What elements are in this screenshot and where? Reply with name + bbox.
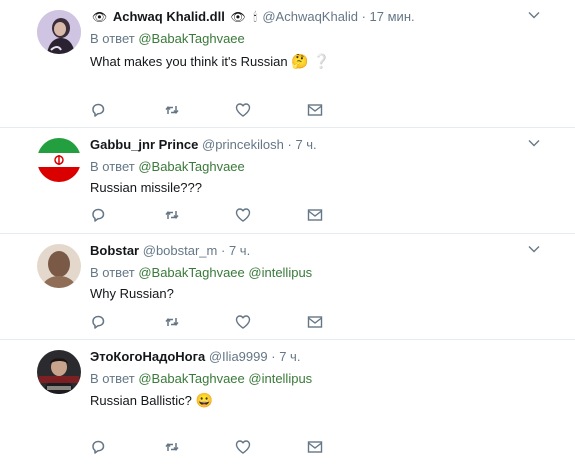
reply-mention-link[interactable]: @BabakTaghvaee (138, 371, 244, 386)
display-name[interactable]: Gabbu_jnr Prince (90, 137, 198, 152)
thinking-emoji-icon: 🤔 ❔ (291, 53, 330, 69)
direct-message-icon[interactable] (307, 102, 323, 118)
chevron-down-icon[interactable] (527, 10, 541, 20)
reply-prefix: В ответ (90, 371, 135, 386)
iran-flag-avatar-icon (37, 138, 81, 182)
tweet-text: Russian missile??? (90, 180, 202, 195)
tweet-reply[interactable]: 👁 Achwaq Khalid.dll 👁 🕯 @AchwaqKhalid · … (0, 0, 575, 128)
reply-prefix: В ответ (90, 31, 135, 46)
eye-emoji-icon: 👁 (230, 10, 246, 24)
tweet-actions (90, 102, 330, 118)
retweet-icon[interactable] (164, 207, 180, 223)
reply-mention-link[interactable]: @intellipus (248, 265, 312, 280)
like-heart-icon[interactable] (235, 207, 251, 223)
like-heart-icon[interactable] (235, 439, 251, 455)
default-egg-avatar-icon (37, 244, 81, 288)
tweet-reply[interactable]: ЭтоКогоНадоНога @Ilia9999 · 7 ч. В ответ… (0, 340, 575, 466)
chevron-down-icon[interactable] (527, 244, 541, 254)
tweet-header: ЭтоКогоНадоНога @Ilia9999 · 7 ч. (90, 348, 300, 366)
tweet-header: Bobstar @bobstar_m · 7 ч. (90, 242, 250, 260)
direct-message-icon[interactable] (307, 207, 323, 223)
avatar[interactable] (37, 350, 81, 394)
direct-message-icon[interactable] (307, 314, 323, 330)
direct-message-icon[interactable] (307, 439, 323, 455)
reply-icon[interactable] (90, 314, 106, 330)
separator-dot: · (361, 9, 366, 24)
reply-context: В ответ @BabakTaghvaee @intellipus (90, 370, 312, 388)
display-name[interactable]: Achwaq Khalid.dll (113, 9, 225, 24)
separator-dot: · (221, 243, 226, 258)
timestamp[interactable]: 17 мин. (370, 9, 415, 24)
user-handle[interactable]: @AchwaqKhalid (262, 9, 358, 24)
tweet-text: Russian Ballistic? 😀 (90, 392, 213, 408)
retweet-icon[interactable] (164, 439, 180, 455)
avatar[interactable] (37, 10, 81, 54)
reply-icon[interactable] (90, 207, 106, 223)
avatar[interactable] (37, 244, 81, 288)
reply-prefix: В ответ (90, 159, 135, 174)
user-handle[interactable]: @Ilia9999 (209, 349, 268, 364)
reply-mention-link[interactable]: @BabakTaghvaee (138, 159, 244, 174)
tweet-reply[interactable]: Bobstar @bobstar_m · 7 ч. В ответ @Babak… (0, 234, 575, 340)
display-name[interactable]: ЭтоКогоНадоНога (90, 349, 205, 364)
separator-dot: · (271, 349, 276, 364)
retweet-icon[interactable] (164, 314, 180, 330)
separator-dot: · (287, 137, 292, 152)
timestamp[interactable]: 7 ч. (229, 243, 250, 258)
tweet-actions (90, 439, 330, 455)
avatar[interactable] (37, 138, 81, 182)
tweet-header: Gabbu_jnr Prince @princekilosh · 7 ч. (90, 136, 317, 154)
chevron-down-icon[interactable] (527, 138, 541, 148)
user-handle[interactable]: @princekilosh (202, 137, 284, 152)
grinning-emoji-icon: 😀 (195, 392, 213, 408)
reply-mention-link[interactable]: @intellipus (248, 371, 312, 386)
tweet-header: 👁 Achwaq Khalid.dll 👁 🕯 @AchwaqKhalid · … (90, 8, 415, 26)
reply-context: В ответ @BabakTaghvaee (90, 30, 245, 48)
reply-mention-link[interactable]: @BabakTaghvaee (138, 265, 244, 280)
reply-prefix: В ответ (90, 265, 135, 280)
reply-context: В ответ @BabakTaghvaee @intellipus (90, 264, 312, 282)
timestamp[interactable]: 7 ч. (279, 349, 300, 364)
tweet-text: Why Russian? (90, 286, 174, 301)
person-avatar-icon (37, 10, 81, 54)
retweet-icon[interactable] (164, 102, 180, 118)
tweet-actions (90, 207, 330, 223)
tweet-text: What makes you think it's Russian 🤔 ❔ (90, 53, 330, 69)
tweet-reply[interactable]: Gabbu_jnr Prince @princekilosh · 7 ч. В … (0, 128, 575, 234)
reply-mention-link[interactable]: @BabakTaghvaee (138, 31, 244, 46)
reply-context: В ответ @BabakTaghvaee (90, 158, 245, 176)
reply-icon[interactable] (90, 102, 106, 118)
timestamp[interactable]: 7 ч. (295, 137, 316, 152)
eye-emoji-icon: 👁 (92, 10, 108, 24)
reply-icon[interactable] (90, 439, 106, 455)
poster-avatar-icon (37, 350, 81, 394)
like-heart-icon[interactable] (235, 102, 251, 118)
tweet-actions (90, 314, 330, 330)
like-heart-icon[interactable] (235, 314, 251, 330)
user-handle[interactable]: @bobstar_m (143, 243, 218, 258)
candle-emoji-icon: 🕯 (253, 10, 257, 24)
display-name[interactable]: Bobstar (90, 243, 139, 258)
